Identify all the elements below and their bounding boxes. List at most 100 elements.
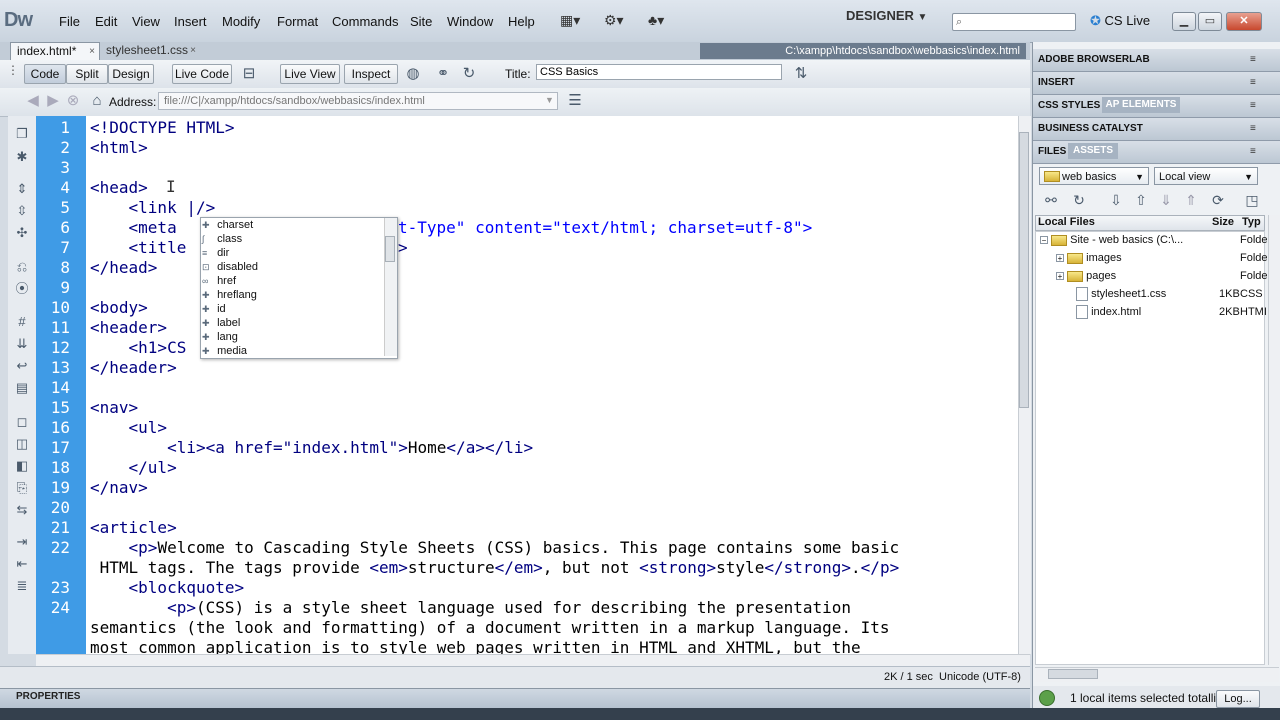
cs-live-button[interactable]: ✪ CS Live bbox=[1090, 13, 1150, 29]
files-scroll-thumb[interactable] bbox=[1048, 669, 1098, 679]
refresh-icon[interactable]: ↻ bbox=[460, 65, 478, 83]
balance-braces-icon[interactable]: ⦿ bbox=[12, 280, 32, 298]
extend-icon[interactable]: ⚙▾ bbox=[604, 12, 624, 29]
view-select[interactable]: Local view ▼ bbox=[1154, 167, 1258, 185]
tab-index-html[interactable]: index.html* × bbox=[10, 42, 100, 60]
code-hint-item[interactable]: ✚ media bbox=[202, 344, 247, 358]
file-row-pages[interactable]: + pages Folde bbox=[1056, 267, 1268, 285]
code-hint-item[interactable]: ✚ lang bbox=[202, 330, 238, 344]
panel-header-browserlab[interactable]: ADOBE BROWSERLAB ≡ bbox=[1033, 49, 1280, 72]
tab-assets[interactable]: ASSETS bbox=[1068, 143, 1118, 159]
menu-window[interactable]: Window bbox=[447, 14, 493, 29]
browser-preview-icon[interactable]: ◍ bbox=[404, 65, 422, 83]
editor-scroll-thumb[interactable] bbox=[1019, 132, 1029, 408]
maximize-button[interactable]: ▭ bbox=[1198, 12, 1222, 31]
live-code-button[interactable]: Live Code bbox=[172, 64, 232, 84]
menu-help[interactable]: Help bbox=[508, 14, 535, 29]
inspect-button[interactable]: Inspect bbox=[344, 64, 398, 84]
chevron-down-icon[interactable]: ▼ bbox=[545, 95, 554, 105]
panel-menu-icon[interactable]: ≡ bbox=[1250, 146, 1256, 157]
split-view-button[interactable]: Split bbox=[66, 64, 108, 84]
panel-header-insert[interactable]: INSERT ≡ bbox=[1033, 72, 1280, 95]
file-row-index[interactable]: index.html 2KB HTMI bbox=[1076, 303, 1267, 321]
connect-icon[interactable]: ⚯ bbox=[1041, 191, 1061, 209]
apply-comment-icon[interactable]: ◻ bbox=[12, 413, 32, 431]
code-hint-item[interactable]: ✚ label bbox=[202, 316, 240, 330]
menu-insert[interactable]: Insert bbox=[174, 14, 207, 29]
word-wrap-icon[interactable]: ↩ bbox=[12, 357, 32, 375]
code-view-button[interactable]: Code bbox=[24, 64, 66, 84]
file-row-images[interactable]: + images Folde bbox=[1056, 249, 1268, 267]
expand-icon[interactable]: + bbox=[1056, 254, 1064, 263]
address-input[interactable] bbox=[158, 92, 558, 110]
code-hint-item[interactable]: ∫ class bbox=[202, 232, 242, 246]
menu-edit[interactable]: Edit bbox=[95, 14, 117, 29]
log-button[interactable]: Log... bbox=[1216, 690, 1260, 708]
collapse-icon[interactable]: − bbox=[1040, 236, 1048, 245]
browser-options-icon[interactable]: ☰ bbox=[566, 92, 584, 110]
refresh-icon[interactable]: ↻ bbox=[1069, 191, 1089, 209]
live-view-button[interactable]: Live View bbox=[280, 64, 340, 84]
menu-file[interactable]: File bbox=[59, 14, 80, 29]
panel-menu-icon[interactable]: ≡ bbox=[1250, 100, 1256, 111]
file-row-stylesheet[interactable]: stylesheet1.css 1KB CSS bbox=[1076, 285, 1265, 303]
menu-modify[interactable]: Modify bbox=[222, 14, 260, 29]
recent-snippets-icon[interactable]: ⎘ bbox=[12, 479, 32, 497]
site-select[interactable]: web basics ▼ bbox=[1039, 167, 1149, 185]
column-size[interactable]: Size bbox=[1212, 216, 1234, 228]
home-icon[interactable]: ⌂ bbox=[88, 92, 106, 110]
tab-stylesheet[interactable]: stylesheet1.css × bbox=[100, 42, 200, 60]
collapse-selection-icon[interactable]: ⇳ bbox=[12, 202, 32, 220]
show-code-navigator-icon[interactable]: ✱ bbox=[12, 148, 32, 166]
check-out-icon[interactable]: ⇓ bbox=[1156, 191, 1176, 209]
files-vertical-scrollbar[interactable] bbox=[1268, 215, 1280, 665]
file-row-site[interactable]: − Site - web basics (C:\... Folde bbox=[1040, 231, 1268, 249]
select-parent-tag-icon[interactable]: ⎌ bbox=[12, 258, 32, 276]
panel-menu-icon[interactable]: ≡ bbox=[1250, 123, 1256, 134]
remove-comment-icon[interactable]: ◫ bbox=[12, 435, 32, 453]
code-hint-item[interactable]: ✚ hreflang bbox=[202, 288, 257, 302]
open-documents-icon[interactable]: ❐ bbox=[12, 125, 32, 143]
forward-icon[interactable]: ▶ bbox=[44, 92, 62, 110]
wrap-tag-icon[interactable]: ◧ bbox=[12, 457, 32, 475]
file-management-icon[interactable]: ⇅ bbox=[792, 65, 810, 83]
code-hint-item[interactable]: ⊡ disabled bbox=[202, 260, 258, 274]
expand-panel-icon[interactable]: ◳ bbox=[1242, 191, 1262, 209]
menu-format[interactable]: Format bbox=[277, 14, 318, 29]
panel-menu-icon[interactable]: ≡ bbox=[1250, 54, 1256, 65]
code-hint-item[interactable]: ✚ charset bbox=[202, 218, 253, 232]
format-source-icon[interactable]: ≣ bbox=[12, 577, 32, 595]
collapse-full-tag-icon[interactable]: ⇕ bbox=[12, 180, 32, 198]
layout-icon[interactable]: ▦▾ bbox=[560, 12, 580, 29]
panel-header-business-catalyst[interactable]: BUSINESS CATALYST ≡ bbox=[1033, 118, 1280, 141]
indent-code-icon[interactable]: ⇥ bbox=[12, 533, 32, 551]
back-icon[interactable]: ◀ bbox=[24, 92, 42, 110]
close-tab-icon[interactable]: × bbox=[89, 43, 95, 60]
inspect-icon[interactable]: ⊟ bbox=[240, 65, 258, 83]
expand-icon[interactable]: + bbox=[1056, 272, 1064, 281]
outdent-code-icon[interactable]: ⇤ bbox=[12, 555, 32, 573]
code-hint-item[interactable]: ✚ id bbox=[202, 302, 226, 316]
design-view-button[interactable]: Design bbox=[108, 64, 154, 84]
close-button[interactable]: ✕ bbox=[1226, 12, 1262, 31]
synchronize-icon[interactable]: ⟳ bbox=[1208, 191, 1228, 209]
stop-icon[interactable]: ⊗ bbox=[64, 92, 82, 110]
code-hint-scroll-thumb[interactable] bbox=[385, 236, 395, 262]
minimize-button[interactable]: ▁ bbox=[1172, 12, 1196, 31]
panel-menu-icon[interactable]: ≡ bbox=[1250, 77, 1256, 88]
code-hint-item[interactable]: ∞ href bbox=[202, 274, 236, 288]
code-hint-item[interactable]: ≡ dir bbox=[202, 246, 229, 260]
menu-view[interactable]: View bbox=[132, 14, 160, 29]
site-icon[interactable]: ♣▾ bbox=[648, 12, 664, 29]
check-in-icon[interactable]: ⇑ bbox=[1181, 191, 1201, 209]
get-files-icon[interactable]: ⇩ bbox=[1106, 191, 1126, 209]
syntax-coloring-icon[interactable]: ▤ bbox=[12, 379, 32, 397]
put-files-icon[interactable]: ⇧ bbox=[1131, 191, 1151, 209]
highlight-invalid-code-icon[interactable]: ⇊ bbox=[12, 335, 32, 353]
visual-aids-icon[interactable]: ⚭ bbox=[434, 65, 452, 83]
tab-ap-elements[interactable]: AP ELEMENTS bbox=[1102, 97, 1180, 113]
menu-site[interactable]: Site bbox=[410, 14, 432, 29]
help-search-input[interactable]: ⌕ bbox=[952, 13, 1076, 31]
workspace-switcher[interactable]: DESIGNER ▼ bbox=[846, 8, 938, 32]
move-css-icon[interactable]: ⇆ bbox=[12, 501, 32, 519]
